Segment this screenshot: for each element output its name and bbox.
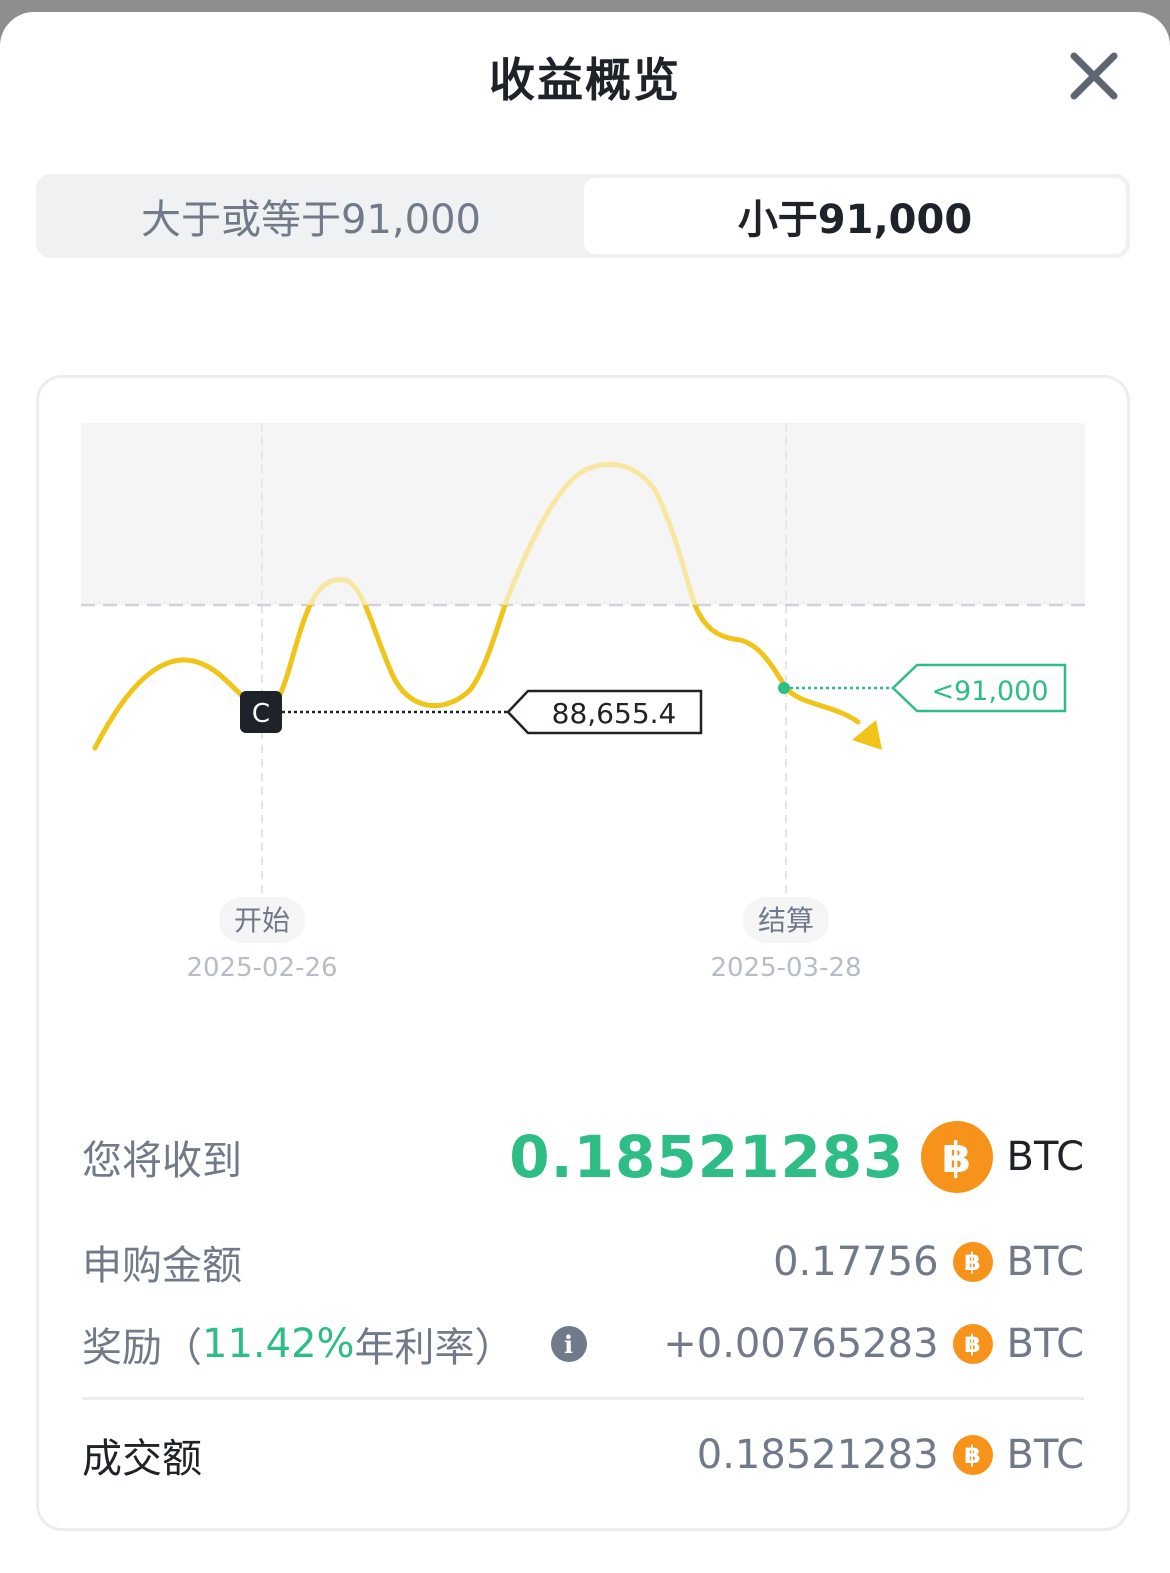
strike-label: <91,000 (931, 676, 1048, 707)
reward-label-prefix: 奖励（ (82, 1325, 202, 1371)
total-row: 成交额 0.18521283 ฿ BTC (82, 1429, 1084, 1482)
settle-label: 结算 (758, 904, 814, 937)
reward-label: 奖励（ 11.42% 年利率） i (82, 1315, 587, 1373)
info-icon[interactable]: i (550, 1326, 587, 1362)
summary-divider (82, 1397, 1084, 1400)
subscribe-row: 申购金额 0.17756 ฿ BTC (82, 1236, 1084, 1289)
btc-coin-icon: ฿ (952, 1242, 993, 1282)
subscribe-label: 申购金额 (82, 1243, 242, 1289)
receive-unit: BTC (1006, 1134, 1084, 1180)
trend-arrow-icon (852, 720, 882, 750)
reward-rate: 11.42% (202, 1321, 355, 1367)
btc-coin-icon: ฿ (920, 1121, 993, 1193)
reward-label-suffix: 年利率） (354, 1325, 515, 1371)
start-date: 2025-02-26 (186, 953, 337, 983)
start-price-marker-label: C (252, 699, 270, 729)
total-unit: BTC (1006, 1432, 1084, 1478)
reward-row: 奖励（ 11.42% 年利率） i +0.00765283 ฿ BTC (82, 1315, 1084, 1373)
settle-point (778, 682, 790, 694)
settle-date: 2025-03-28 (710, 953, 861, 983)
start-label: 开始 (234, 904, 290, 937)
total-label: 成交额 (82, 1436, 202, 1482)
btc-coin-icon: ฿ (952, 1324, 993, 1364)
above-strike-zone (81, 423, 1085, 605)
subscribe-unit: BTC (1006, 1239, 1084, 1285)
receive-row: 您将收到 0.18521283 ฿ BTC (82, 1119, 1084, 1195)
receive-amount: 0.18521283 (509, 1123, 905, 1191)
subscribe-amount: 0.17756 (773, 1239, 939, 1285)
btc-coin-icon: ฿ (952, 1435, 993, 1475)
total-amount: 0.18521283 (696, 1432, 939, 1478)
receive-label: 您将收到 (82, 1138, 242, 1184)
reward-amount: +0.00765283 (663, 1321, 939, 1367)
reward-unit: BTC (1006, 1321, 1084, 1367)
start-price-label: 88,655.4 (552, 697, 677, 730)
